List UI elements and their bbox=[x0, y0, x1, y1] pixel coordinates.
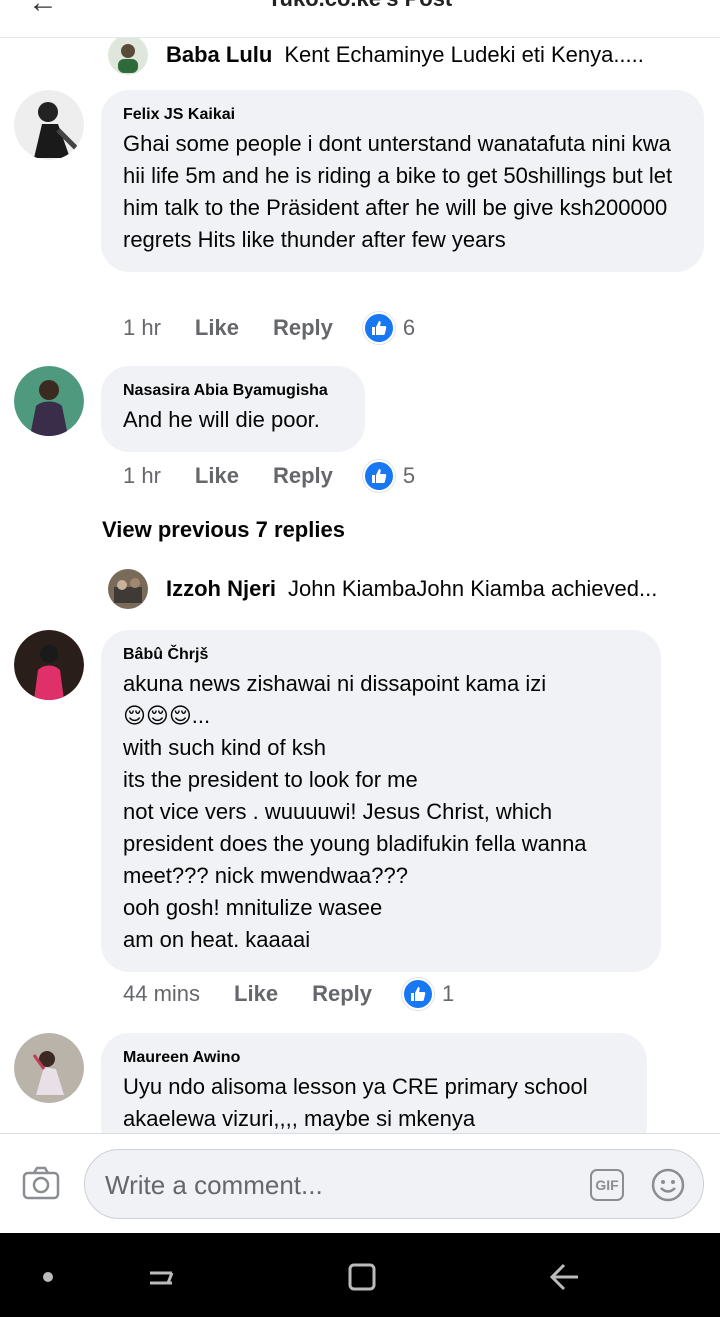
comment-text: akuna news zishawai ni dissapoint kama i… bbox=[123, 671, 587, 952]
header-bar: ← Tuko.co.ke's Post bbox=[0, 0, 720, 38]
thumbs-up-icon bbox=[362, 312, 395, 344]
reaction-count: 1 bbox=[442, 981, 455, 1006]
recent-apps-icon[interactable] bbox=[146, 1261, 178, 1293]
comment-time: 44 mins bbox=[123, 981, 201, 1006]
comments-list: Baba Lulu Kent Echaminye Ludeki eti Keny… bbox=[0, 38, 720, 1133]
reply-button[interactable]: Reply bbox=[273, 463, 333, 489]
thumbs-up-icon bbox=[402, 978, 434, 1010]
home-icon[interactable] bbox=[346, 1261, 378, 1293]
thumbs-up-icon bbox=[362, 460, 395, 492]
reaction-summary[interactable]: 6 bbox=[362, 312, 416, 344]
comment-time: 1 hr bbox=[123, 463, 161, 488]
system-nav-bar bbox=[0, 1233, 720, 1317]
collapsed-reply[interactable]: Baba Lulu Kent Echaminye Ludeki eti Keny… bbox=[108, 38, 708, 75]
comment-bubble: Maureen Awino Uyu ndo alisoma lesson ya … bbox=[101, 1033, 647, 1133]
gif-button[interactable]: GIF bbox=[590, 1169, 624, 1201]
collapsed-reply[interactable]: Izzoh Njeri John KiambaJohn Kiamba achie… bbox=[108, 569, 708, 609]
comment-input-placeholder: Write a comment... bbox=[105, 1170, 323, 1200]
comment-author[interactable]: Felix JS Kaikai bbox=[123, 104, 682, 126]
avatar[interactable] bbox=[14, 366, 84, 436]
comment-text: Ghai some people i dont unterstand wanat… bbox=[123, 131, 673, 252]
reaction-count: 6 bbox=[402, 315, 416, 340]
reply-button[interactable]: Reply bbox=[312, 981, 372, 1007]
comment-author[interactable]: Bâbû Čhrjš bbox=[123, 644, 639, 666]
comment-time: 1 hr bbox=[123, 315, 161, 340]
like-button[interactable]: Like bbox=[195, 315, 239, 341]
reply-preview: Kent Echaminye Ludeki eti Kenya..... bbox=[284, 42, 644, 67]
avatar[interactable] bbox=[14, 90, 84, 160]
comment-bubble: Bâbû Čhrjš akuna news zishawai ni dissap… bbox=[101, 630, 661, 972]
dot-icon[interactable] bbox=[32, 1261, 64, 1293]
back-icon[interactable] bbox=[548, 1261, 580, 1293]
like-button[interactable]: Like bbox=[195, 463, 239, 489]
view-previous-replies-link[interactable]: View previous 7 replies bbox=[102, 517, 345, 543]
comment-actions: 1 hr Like Reply 6 bbox=[123, 312, 415, 344]
reaction-count: 5 bbox=[402, 463, 416, 488]
avatar[interactable] bbox=[14, 630, 84, 700]
page-title: Tuko.co.ke's Post bbox=[0, 0, 720, 12]
reply-preview: John KiambaJohn Kiamba achieved... bbox=[288, 576, 658, 601]
comment-author[interactable]: Nasasira Abia Byamugisha bbox=[123, 380, 343, 402]
comment-bubble: Felix JS Kaikai Ghai some people i dont … bbox=[101, 90, 704, 272]
avatar[interactable] bbox=[14, 1033, 84, 1103]
comment-author[interactable]: Maureen Awino bbox=[123, 1047, 625, 1069]
reply-author[interactable]: Izzoh Njeri bbox=[166, 576, 276, 602]
emoji-icon[interactable] bbox=[651, 1168, 685, 1202]
comment-text: And he will die poor. bbox=[123, 407, 320, 432]
comment-composer: Write a comment... GIF bbox=[0, 1133, 720, 1233]
comment-text: Uyu ndo alisoma lesson ya CRE primary sc… bbox=[123, 1074, 588, 1131]
comment-bubble: Nasasira Abia Byamugisha And he will die… bbox=[101, 366, 365, 452]
reaction-summary[interactable]: 1 bbox=[402, 978, 454, 1010]
comment-input[interactable]: Write a comment... GIF bbox=[84, 1149, 704, 1219]
reply-author[interactable]: Baba Lulu bbox=[166, 42, 272, 68]
comment-actions: 44 mins Like Reply 1 bbox=[123, 978, 454, 1010]
avatar[interactable] bbox=[108, 38, 148, 75]
reaction-summary[interactable]: 5 bbox=[362, 460, 416, 492]
reply-button[interactable]: Reply bbox=[273, 315, 333, 341]
comment-actions: 1 hr Like Reply 5 bbox=[123, 460, 415, 492]
avatar[interactable] bbox=[108, 569, 148, 609]
camera-icon[interactable] bbox=[22, 1166, 60, 1200]
like-button[interactable]: Like bbox=[234, 981, 278, 1007]
